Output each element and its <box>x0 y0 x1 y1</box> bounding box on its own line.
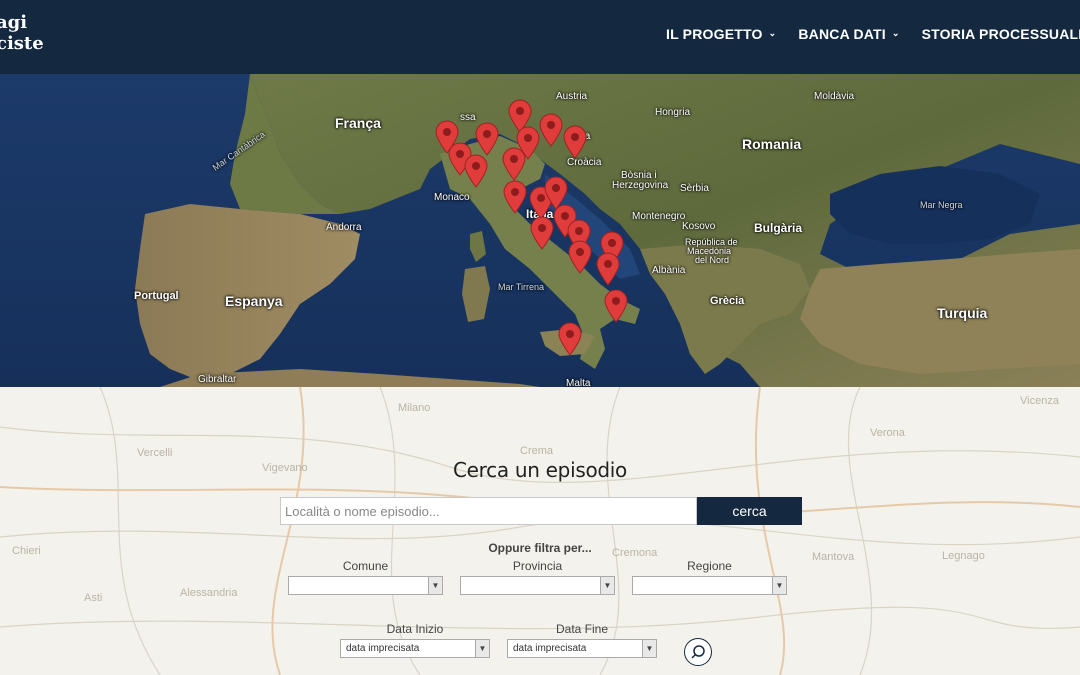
logo-line-1: agi <box>0 12 28 33</box>
logo-line-2: ciste <box>0 33 44 54</box>
provincia-label: Provincia <box>512 559 563 573</box>
map-marker-pin[interactable] <box>562 125 588 159</box>
data-fine-label: Data Fine <box>555 622 609 636</box>
bg-label-vicenza: Vicenza <box>1020 395 1059 407</box>
site-header: agi ciste IL PROGETTO ⌄ BANCA DATI ⌄ STO… <box>0 0 1080 74</box>
map-label-bosnia-2: Herzegovina <box>612 180 669 191</box>
map-label-black-sea: Mar Negra <box>920 200 963 210</box>
data-inizio-value: data imprecisata <box>346 643 420 654</box>
map-marker-pin[interactable] <box>595 252 621 286</box>
nav-item-progetto[interactable]: IL PROGETTO ⌄ <box>666 26 776 42</box>
map-label-montenegro: Montenegro <box>632 211 686 222</box>
main-nav: IL PROGETTO ⌄ BANCA DATI ⌄ STORIA PROCES… <box>666 26 1080 42</box>
bg-label-asti: Asti <box>84 592 103 604</box>
site-logo[interactable]: agi ciste <box>0 12 44 54</box>
episodes-map[interactable]: França Austria Hongria Moldàvia Romania … <box>0 74 1080 387</box>
map-label-moldova: Moldàvia <box>814 91 855 102</box>
map-label-kosovo: Kosovo <box>682 221 716 232</box>
map-label-bulgaria: Bulgària <box>754 221 803 235</box>
map-label-portugal: Portugal <box>134 290 179 302</box>
map-label-albania: Albània <box>652 265 686 276</box>
map-label-tyrrhenian-sea: Mar Tirrena <box>498 282 545 292</box>
map-label-serbia: Sèrbia <box>680 183 709 194</box>
bg-label-alessandria: Alessandria <box>180 587 238 599</box>
search-button[interactable]: cerca <box>697 497 802 525</box>
chevron-down-icon: ⌄ <box>891 27 900 38</box>
chevron-down-icon: ▼ <box>600 577 614 594</box>
filter-search-button[interactable] <box>684 638 712 666</box>
map-label-monaco: Monaco <box>434 192 470 203</box>
map-marker-pin[interactable] <box>557 322 583 356</box>
data-fine-value: data imprecisata <box>513 643 587 654</box>
map-label-romania: Romania <box>742 136 802 152</box>
map-label-greece: Grècia <box>710 295 745 307</box>
map-marker-pin[interactable] <box>463 154 489 188</box>
filter-hint: Oppure filtra per... <box>488 541 592 555</box>
chevron-down-icon: ▼ <box>772 577 786 594</box>
nav-label: BANCA DATI <box>798 26 886 42</box>
nav-item-banca-dati[interactable]: BANCA DATI ⌄ <box>798 26 899 42</box>
data-inizio-select[interactable]: data imprecisata ▼ <box>340 639 490 658</box>
bg-label-milano: Milano <box>398 402 431 414</box>
chevron-down-icon: ▼ <box>475 640 489 657</box>
map-label-andorra: Andorra <box>326 222 362 233</box>
search-title: Cerca un episodio <box>453 458 627 482</box>
chevron-down-icon: ⌄ <box>768 27 777 38</box>
map-marker-pin[interactable] <box>474 122 500 156</box>
map-label-malta: Malta <box>566 378 591 387</box>
provincia-select[interactable]: ▼ <box>460 576 615 595</box>
map-label-austria: Austria <box>556 91 588 102</box>
data-inizio-label: Data Inizio <box>386 622 444 636</box>
bg-label-crema: Crema <box>520 445 554 457</box>
map-label-turkey: Turquia <box>937 305 988 321</box>
bg-label-verona: Verona <box>870 427 905 439</box>
regione-select[interactable]: ▼ <box>632 576 787 595</box>
map-label-macedonia-3: del Nord <box>695 255 730 265</box>
search-icon <box>691 645 705 659</box>
chevron-down-icon: ▼ <box>428 577 442 594</box>
regione-label: Regione <box>687 559 732 573</box>
map-marker-pin[interactable] <box>502 180 528 214</box>
comune-select[interactable]: ▼ <box>288 576 443 595</box>
chevron-down-icon: ▼ <box>642 640 656 657</box>
map-label-france: França <box>335 115 381 131</box>
nav-label: IL PROGETTO <box>666 26 763 42</box>
data-fine-select[interactable]: data imprecisata ▼ <box>507 639 657 658</box>
nav-item-storia-processuale[interactable]: STORIA PROCESSUALE ⌄ <box>922 26 1080 42</box>
comune-label: Comune <box>342 559 389 573</box>
map-marker-pin[interactable] <box>538 113 564 147</box>
map-label-gibraltar: Gibraltar <box>198 374 237 385</box>
map-marker-pin[interactable] <box>501 147 527 181</box>
map-label-spain: Espanya <box>225 293 283 309</box>
map-marker-pin[interactable] <box>529 216 555 250</box>
nav-label: STORIA PROCESSUALE <box>921 26 1080 42</box>
map-label-hungary: Hongria <box>655 107 691 118</box>
search-input[interactable] <box>280 497 697 525</box>
map-marker-pin[interactable] <box>567 240 593 274</box>
map-marker-pin[interactable] <box>603 289 629 323</box>
